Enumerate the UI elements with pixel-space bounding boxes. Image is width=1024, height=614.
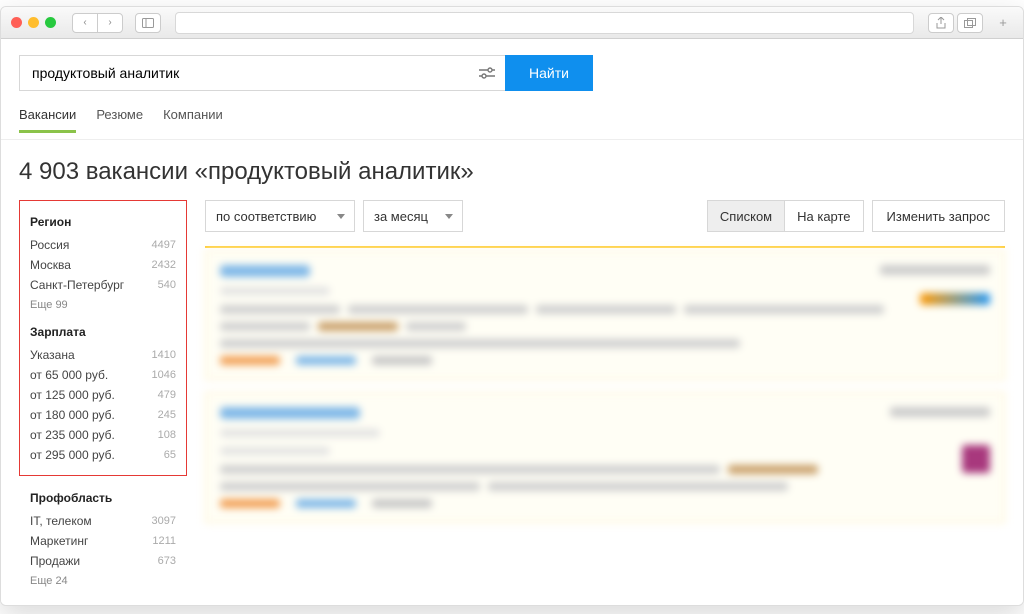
results-main: по соответствию за месяц Списком На карт… [205,200,1005,598]
search-input[interactable] [19,55,469,91]
filter-label: Москва [30,258,71,272]
view-toggle: Списком На карте [707,200,864,232]
back-button[interactable]: ‹ [72,13,98,33]
filter-title: Регион [30,209,176,235]
filter-label: Маркетинг [30,534,88,548]
salary-label [890,407,990,417]
filter-label: от 125 000 руб. [30,388,115,402]
tabs-button[interactable] [957,13,983,33]
filter-count: 108 [158,429,176,441]
content-area: Регион Россия 4497 Москва 2432 Санкт-Пет… [1,200,1023,598]
forward-button[interactable]: › [97,13,123,33]
results-heading: 4 903 вакансии «продуктовый аналитик» [1,140,1023,200]
filter-count: 479 [158,389,176,401]
filter-item[interactable]: Указана 1410 [30,345,176,365]
tab-companies[interactable]: Компании [163,101,223,133]
filter-label: Россия [30,238,69,252]
filter-item[interactable]: Россия 4497 [30,235,176,255]
filter-more-link[interactable]: Еще 99 [30,295,176,311]
filter-item[interactable]: Москва 2432 [30,255,176,275]
browser-window: ‹ › + [0,6,1024,606]
filter-count: 1211 [152,535,176,547]
filter-label: от 180 000 руб. [30,408,115,422]
filter-count: 65 [164,449,176,461]
share-icon [936,17,946,29]
filter-item[interactable]: от 295 000 руб. 65 [30,445,176,465]
filter-count: 1046 [152,369,176,381]
vacancy-card[interactable] [205,250,1005,380]
window-close[interactable] [11,17,22,28]
filter-label: IT, телеком [30,514,92,528]
period-select-value: за месяц [374,209,428,224]
type-tabs: Вакансии Резюме Компании [1,101,1023,140]
view-map-button[interactable]: На карте [785,200,863,232]
period-select[interactable]: за месяц [363,200,463,232]
filter-label: Санкт-Петербург [30,278,124,292]
filter-title: Зарплата [30,319,176,345]
filter-count: 3097 [152,515,176,527]
search-button[interactable]: Найти [505,55,593,91]
page-content: Найти Вакансии Резюме Компании 4 903 вак… [1,39,1023,605]
filter-block-profarea: Профобласть IT, телеком 3097 Маркетинг 1… [19,476,187,598]
panel-icon [142,18,154,28]
filter-item[interactable]: Маркетинг 1211 [30,531,176,551]
filter-count: 673 [158,555,176,567]
search-filters-toggle[interactable] [469,55,505,91]
filter-count: 1410 [152,349,176,361]
filter-label: Продажи [30,554,80,568]
search-bar: Найти [1,39,1023,101]
window-zoom[interactable] [45,17,56,28]
sort-select[interactable]: по соответствию [205,200,355,232]
results-controls: по соответствию за месяц Списком На карт… [205,200,1005,232]
filter-more-link[interactable]: Еще 24 [30,571,176,587]
company-logo [962,445,990,473]
filter-label: от 295 000 руб. [30,448,115,462]
filter-count: 245 [158,409,176,421]
filter-item[interactable]: Продажи 673 [30,551,176,571]
filter-item[interactable]: от 125 000 руб. 479 [30,385,176,405]
filter-label: от 235 000 руб. [30,428,115,442]
filter-item[interactable]: IT, телеком 3097 [30,511,176,531]
filter-item[interactable]: от 65 000 руб. 1046 [30,365,176,385]
filter-count: 2432 [152,259,176,271]
filter-item[interactable]: от 180 000 руб. 245 [30,405,176,425]
filter-count: 540 [158,279,176,291]
filter-count: 4497 [152,239,176,251]
results-list [205,246,1005,523]
window-minimize[interactable] [28,17,39,28]
browser-toolbar: ‹ › + [1,7,1023,39]
company-badge [920,293,990,305]
filter-label: Указана [30,348,75,362]
change-query-button[interactable]: Изменить запрос [872,200,1005,232]
filter-label: от 65 000 руб. [30,368,108,382]
filter-title: Профобласть [30,485,176,511]
new-tab-button[interactable]: + [993,13,1013,33]
vacancy-card[interactable] [205,392,1005,523]
view-list-button[interactable]: Списком [707,200,785,232]
tabs-icon [964,18,976,28]
filter-item[interactable]: Санкт-Петербург 540 [30,275,176,295]
share-button[interactable] [928,13,954,33]
filter-item[interactable]: от 235 000 руб. 108 [30,425,176,445]
tab-resumes[interactable]: Резюме [96,101,143,133]
tab-vacancies[interactable]: Вакансии [19,101,76,133]
sort-select-value: по соответствию [216,209,316,224]
filters-sidebar: Регион Россия 4497 Москва 2432 Санкт-Пет… [19,200,187,598]
sliders-icon [479,67,495,79]
sidebar-toggle[interactable] [135,13,161,33]
salary-label [880,265,990,275]
url-bar[interactable] [175,12,914,34]
filter-block-region: Регион Россия 4497 Москва 2432 Санкт-Пет… [19,200,187,476]
